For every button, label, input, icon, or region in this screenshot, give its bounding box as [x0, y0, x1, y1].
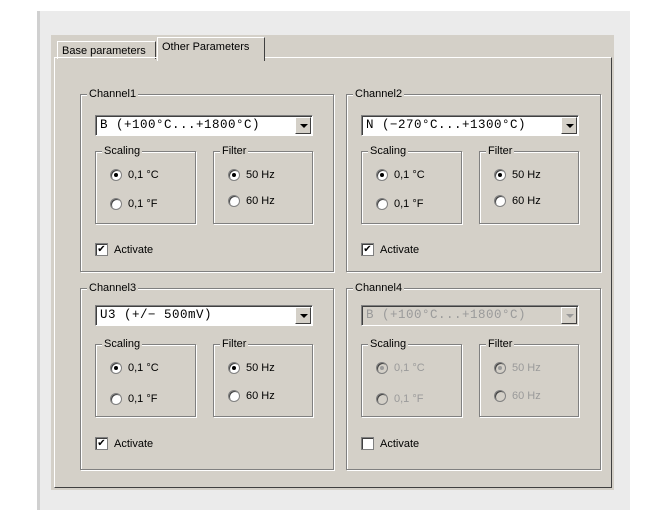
- radio-icon: [494, 169, 506, 181]
- radio-selected-dot: [232, 173, 236, 177]
- channel1-filter-group: Filter 50 Hz 60 Hz: [213, 144, 313, 224]
- channel1-activate-label: Activate: [114, 244, 154, 256]
- channel3-title: Channel3: [87, 281, 139, 295]
- radio-icon: [228, 390, 240, 402]
- channel1-filter-50hz-label: 50 Hz: [246, 169, 275, 181]
- channel4-filter-group: Filter 50 Hz 60 Hz: [479, 337, 579, 417]
- radio-selected-dot: [232, 366, 236, 370]
- radio-icon: [376, 393, 388, 405]
- channel2-scaling-group: Scaling 0,1 °C 0,1 °F: [361, 144, 462, 224]
- channel2-group: Channel2 N (−270°C...+1300°C) Scaling 0,…: [346, 87, 601, 272]
- channel2-scaling-celsius-label: 0,1 °C: [394, 169, 425, 181]
- channel4-activate-label: Activate: [380, 438, 420, 450]
- channel4-sensor-value: B (+100°C...+1800°C): [366, 308, 527, 322]
- channel1-scaling-title: Scaling: [102, 144, 143, 158]
- channel3-activate-label: Activate: [114, 438, 154, 450]
- radio-selected-dot: [114, 173, 118, 177]
- channel2-filter-50hz-label: 50 Hz: [512, 169, 541, 181]
- checkmark-icon: ✔: [361, 243, 374, 256]
- channel2-dropdown-button[interactable]: [561, 117, 577, 134]
- channel4-scaling-fahrenheit-label: 0,1 °F: [394, 393, 424, 405]
- channel4-filter-50hz-label: 50 Hz: [512, 362, 541, 374]
- channel4-dropdown-button[interactable]: [561, 307, 577, 324]
- radio-icon: [110, 169, 122, 181]
- channel4-scaling-celsius-label: 0,1 °C: [394, 362, 425, 374]
- radio-icon: [376, 362, 388, 374]
- channel2-sensor-select[interactable]: N (−270°C...+1300°C): [361, 115, 579, 136]
- chevron-down-icon: [566, 314, 574, 318]
- channel4-sensor-select[interactable]: B (+100°C...+1800°C): [361, 305, 579, 326]
- channel2-scaling-title: Scaling: [368, 144, 409, 158]
- channel3-dropdown-button[interactable]: [295, 307, 311, 324]
- channel2-filter-group: Filter 50 Hz 60 Hz: [479, 144, 579, 224]
- radio-selected-dot: [380, 366, 384, 370]
- radio-icon: [110, 198, 122, 210]
- channel3-filter-title: Filter: [220, 337, 249, 351]
- channel4-group: Channel4 B (+100°C...+1800°C) Scaling 0,…: [346, 281, 601, 470]
- radio-selected-dot: [498, 366, 502, 370]
- radio-icon: [494, 390, 506, 402]
- tab-other-parameters[interactable]: Other Parameters: [157, 37, 265, 61]
- channel2-sensor-value: N (−270°C...+1300°C): [366, 118, 527, 132]
- channel1-filter-title: Filter: [220, 144, 249, 158]
- channel3-scaling-group: Scaling 0,1 °C 0,1 °F: [95, 337, 196, 417]
- channel3-sensor-value: U3 (+/− 500mV): [100, 308, 213, 322]
- channel1-sensor-select[interactable]: B (+100°C...+1800°C): [95, 115, 313, 136]
- channel3-scaling-title: Scaling: [102, 337, 143, 351]
- channel1-scaling-fahrenheit-label: 0,1 °F: [128, 198, 158, 210]
- radio-icon: [376, 169, 388, 181]
- channel1-title: Channel1: [87, 87, 139, 101]
- channel3-scaling-fahrenheit-label: 0,1 °F: [128, 393, 158, 405]
- radio-icon: [494, 362, 506, 374]
- checkbox-empty-icon: [361, 437, 374, 450]
- channel2-activate-label: Activate: [380, 244, 420, 256]
- chevron-down-icon: [300, 124, 308, 128]
- channel1-group: Channel1 B (+100°C...+1800°C) Scaling 0,…: [80, 87, 334, 272]
- checkmark-icon: ✔: [95, 437, 108, 450]
- channel3-sensor-select[interactable]: U3 (+/− 500mV): [95, 305, 313, 326]
- channel3-filter-60hz-label: 60 Hz: [246, 390, 275, 402]
- channel2-title: Channel2: [353, 87, 405, 101]
- radio-selected-dot: [380, 173, 384, 177]
- channel4-scaling-group: Scaling 0,1 °C 0,1 °F: [361, 337, 462, 417]
- checkmark-icon: ✔: [95, 243, 108, 256]
- channel2-filter-60hz-label: 60 Hz: [512, 195, 541, 207]
- channel1-sensor-value: B (+100°C...+1800°C): [100, 118, 261, 132]
- channel4-filter-60hz-label: 60 Hz: [512, 390, 541, 402]
- tab-panel-other-parameters: Channel1 B (+100°C...+1800°C) Scaling 0,…: [54, 57, 612, 488]
- parameters-dialog: Base parameters Other Parameters Channel…: [51, 35, 614, 490]
- channel4-scaling-title: Scaling: [368, 337, 409, 351]
- radio-icon: [110, 362, 122, 374]
- radio-icon: [228, 362, 240, 374]
- radio-selected-dot: [114, 366, 118, 370]
- radio-icon: [110, 393, 122, 405]
- radio-icon: [494, 195, 506, 207]
- channel1-scaling-celsius-label: 0,1 °C: [128, 169, 159, 181]
- radio-icon: [228, 195, 240, 207]
- chevron-down-icon: [566, 124, 574, 128]
- channel3-scaling-celsius-label: 0,1 °C: [128, 362, 159, 374]
- channel4-filter-title: Filter: [486, 337, 515, 351]
- channel2-filter-title: Filter: [486, 144, 515, 158]
- channel1-dropdown-button[interactable]: [295, 117, 311, 134]
- radio-selected-dot: [498, 173, 502, 177]
- channel2-scaling-fahrenheit-label: 0,1 °F: [394, 198, 424, 210]
- chevron-down-icon: [300, 314, 308, 318]
- radio-icon: [228, 169, 240, 181]
- channel3-filter-group: Filter 50 Hz 60 Hz: [213, 337, 313, 417]
- channel4-title: Channel4: [353, 281, 405, 295]
- channel3-group: Channel3 U3 (+/− 500mV) Scaling 0,1 °C 0…: [80, 281, 334, 470]
- channel1-filter-60hz-label: 60 Hz: [246, 195, 275, 207]
- channel3-filter-50hz-label: 50 Hz: [246, 362, 275, 374]
- channel1-scaling-group: Scaling 0,1 °C 0,1 °F: [95, 144, 196, 224]
- radio-icon: [376, 198, 388, 210]
